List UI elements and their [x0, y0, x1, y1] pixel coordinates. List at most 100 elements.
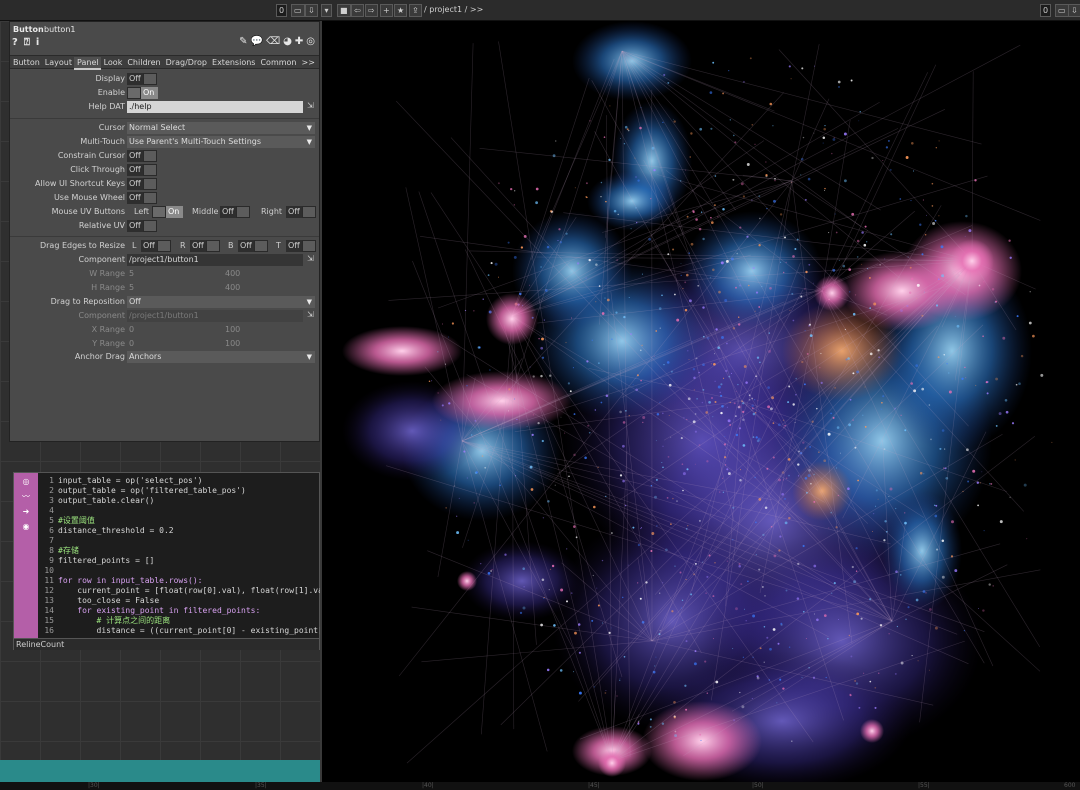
forward-icon[interactable]: ⇨	[365, 4, 378, 17]
back-icon[interactable]: ⇦	[351, 4, 364, 17]
click-through-toggle[interactable]: Off	[127, 164, 157, 176]
code-line[interactable]: 4	[40, 506, 337, 516]
mouse-uv-left-label: Left	[134, 207, 150, 216]
enable-toggle[interactable]: On	[127, 87, 158, 99]
tab-layout[interactable]: Layout	[42, 56, 74, 69]
code-line[interactable]: 5 #设置阈值	[40, 516, 337, 526]
h-range-min[interactable]: 5	[129, 282, 134, 294]
anchor-drag-dropdown[interactable]: Anchors ▼	[127, 351, 315, 363]
pin-icon[interactable]: ⇲	[307, 254, 317, 266]
tab-panel[interactable]: Panel	[74, 57, 101, 70]
add-param-icon[interactable]: ✚	[295, 36, 303, 47]
tab-children[interactable]: Children	[124, 56, 162, 69]
w-range-min[interactable]: 5	[129, 268, 134, 280]
line-text: filtered_points = []	[58, 556, 155, 565]
timeline-bar[interactable]	[0, 760, 320, 784]
palette-icon[interactable]: ◕	[283, 36, 292, 47]
toolbar-pane-number[interactable]: 0	[276, 4, 288, 17]
pin-icon[interactable]: ⇲	[307, 101, 317, 113]
h-range-max[interactable]: 400	[225, 282, 240, 294]
tab-extensions[interactable]: Extensions	[209, 56, 257, 69]
tab-look[interactable]: Look	[101, 56, 125, 69]
code-line[interactable]: 2 output_table = op('filtered_table_pos')	[40, 486, 337, 496]
target-icon[interactable]: ◎	[21, 477, 31, 487]
x-range-label: X Range	[91, 325, 125, 334]
code-line[interactable]: 8 #存储	[40, 546, 337, 556]
use-mouse-wheel-toggle[interactable]: Off	[127, 192, 157, 204]
upload-icon[interactable]: ⇪	[409, 4, 422, 17]
x-range-min[interactable]: 0	[129, 324, 134, 336]
window-icon[interactable]: ▭	[291, 4, 305, 17]
drag-edge-l-toggle[interactable]: Off	[141, 240, 171, 252]
w-range-max[interactable]: 400	[225, 268, 240, 280]
python-help-icon[interactable]: ⍰	[24, 37, 30, 48]
component-label: Component	[78, 255, 125, 264]
operator-name[interactable]: button1	[44, 25, 75, 34]
timeline-ruler[interactable]: |30| |35| |40| |45| |50| |55| 600	[0, 782, 1080, 790]
code-line[interactable]: 11 for row in input_table.rows():	[40, 576, 337, 586]
top-toolbar: 0 ▭ ⇩ ▾ ■ ⇦ ⇨ + ★ ⇪ / project1 / >> 0 ▭ …	[0, 0, 1080, 21]
line-number: 5	[49, 516, 54, 525]
star-icon[interactable]: ★	[394, 4, 408, 17]
code-line[interactable]: 12 current_point = [float(row[0].val), f…	[40, 586, 337, 596]
display-toggle[interactable]: Off	[127, 73, 157, 85]
code-line[interactable]: 15 # 计算点之间的距离	[40, 616, 337, 626]
tab-[interactable]: >>	[299, 56, 317, 69]
line-number: 6	[49, 526, 54, 535]
component2-field[interactable]: /project1/button1	[127, 310, 303, 322]
y-range-min[interactable]: 0	[129, 338, 134, 350]
code-line[interactable]: 6 distance_threshold = 0.2	[40, 526, 337, 536]
info-icon[interactable]: i	[36, 37, 39, 48]
window-icon-right[interactable]: ▭	[1055, 4, 1069, 17]
tab-drag-drop[interactable]: Drag/Drop	[163, 56, 209, 69]
cursor-dropdown[interactable]: Normal Select ▼	[127, 122, 315, 134]
y-range-max[interactable]: 100	[225, 338, 240, 350]
stop-icon[interactable]: ■	[337, 4, 351, 17]
drag-edge-b-toggle[interactable]: Off	[238, 240, 268, 252]
allow-ui-shortcut-toggle[interactable]: Off	[127, 178, 157, 190]
code-editor[interactable]: ◎ 〰 ➜ ◉ 1 input_table = op('select_pos') 2…	[13, 472, 337, 650]
dropdown-icon[interactable]: ▾	[321, 4, 332, 17]
graph-icon[interactable]: 〰	[21, 492, 31, 502]
code-lines[interactable]: 1 input_table = op('select_pos') 2 output_t…	[40, 476, 337, 636]
mouse-uv-middle-toggle[interactable]: Off	[220, 206, 250, 218]
drag-edge-r-toggle[interactable]: Off	[190, 240, 220, 252]
toolbar-pane-number-right[interactable]: 0	[1040, 4, 1052, 17]
pin-icon[interactable]: ⇲	[307, 310, 317, 322]
down-arrow-icon[interactable]: ⇩	[305, 4, 318, 17]
drag-reposition-dropdown[interactable]: Off ▼	[127, 296, 315, 308]
code-line[interactable]: 1 input_table = op('select_pos')	[40, 476, 337, 486]
arrow-right-icon[interactable]: ➜	[21, 507, 31, 517]
target-icon[interactable]: ◎	[306, 36, 315, 47]
code-line[interactable]: 7	[40, 536, 337, 546]
drag-edge-t-toggle[interactable]: Off	[286, 240, 316, 252]
code-line[interactable]: 10	[40, 566, 337, 576]
tab-common[interactable]: Common	[257, 56, 298, 69]
mouse-uv-right-toggle[interactable]: Off	[286, 206, 316, 218]
render-viewer[interactable]	[320, 21, 1080, 782]
ruler-tick-label: |35|	[255, 782, 267, 789]
multi-touch-dropdown[interactable]: Use Parent's Multi-Touch Settings ▼	[127, 136, 315, 148]
add-icon[interactable]: +	[380, 4, 393, 17]
tab-button[interactable]: Button	[10, 56, 42, 69]
eraser-icon[interactable]: ⌫	[266, 36, 280, 47]
relative-uv-toggle[interactable]: Off	[127, 220, 157, 232]
network-path[interactable]: / project1 / >>	[424, 5, 483, 14]
code-line[interactable]: 16 distance = ((current_point[0] - exist…	[40, 626, 337, 636]
down-arrow-icon-right[interactable]: ⇩	[1068, 4, 1080, 17]
mouse-uv-left-toggle[interactable]: On	[152, 206, 183, 218]
help-icon[interactable]: ?	[12, 37, 18, 48]
component-field[interactable]: /project1/button1	[127, 254, 303, 266]
code-line[interactable]: 13 too_close = False	[40, 596, 337, 606]
x-range-max[interactable]: 100	[225, 324, 240, 336]
edit-icon[interactable]: ✎	[239, 36, 247, 47]
line-text: for row in input_table.rows():	[58, 576, 203, 585]
code-line[interactable]: 9 filtered_points = []	[40, 556, 337, 566]
comment-icon[interactable]: 💬	[251, 36, 263, 47]
eye-icon[interactable]: ◉	[21, 522, 31, 532]
constrain-cursor-toggle[interactable]: Off	[127, 150, 157, 162]
code-line[interactable]: 3 output_table.clear()	[40, 496, 337, 506]
help-dat-field[interactable]: ./help	[127, 101, 303, 113]
code-line[interactable]: 14 for existing_point in filtered_points…	[40, 606, 337, 616]
mouse-uv-label: Mouse UV Buttons	[51, 207, 125, 216]
